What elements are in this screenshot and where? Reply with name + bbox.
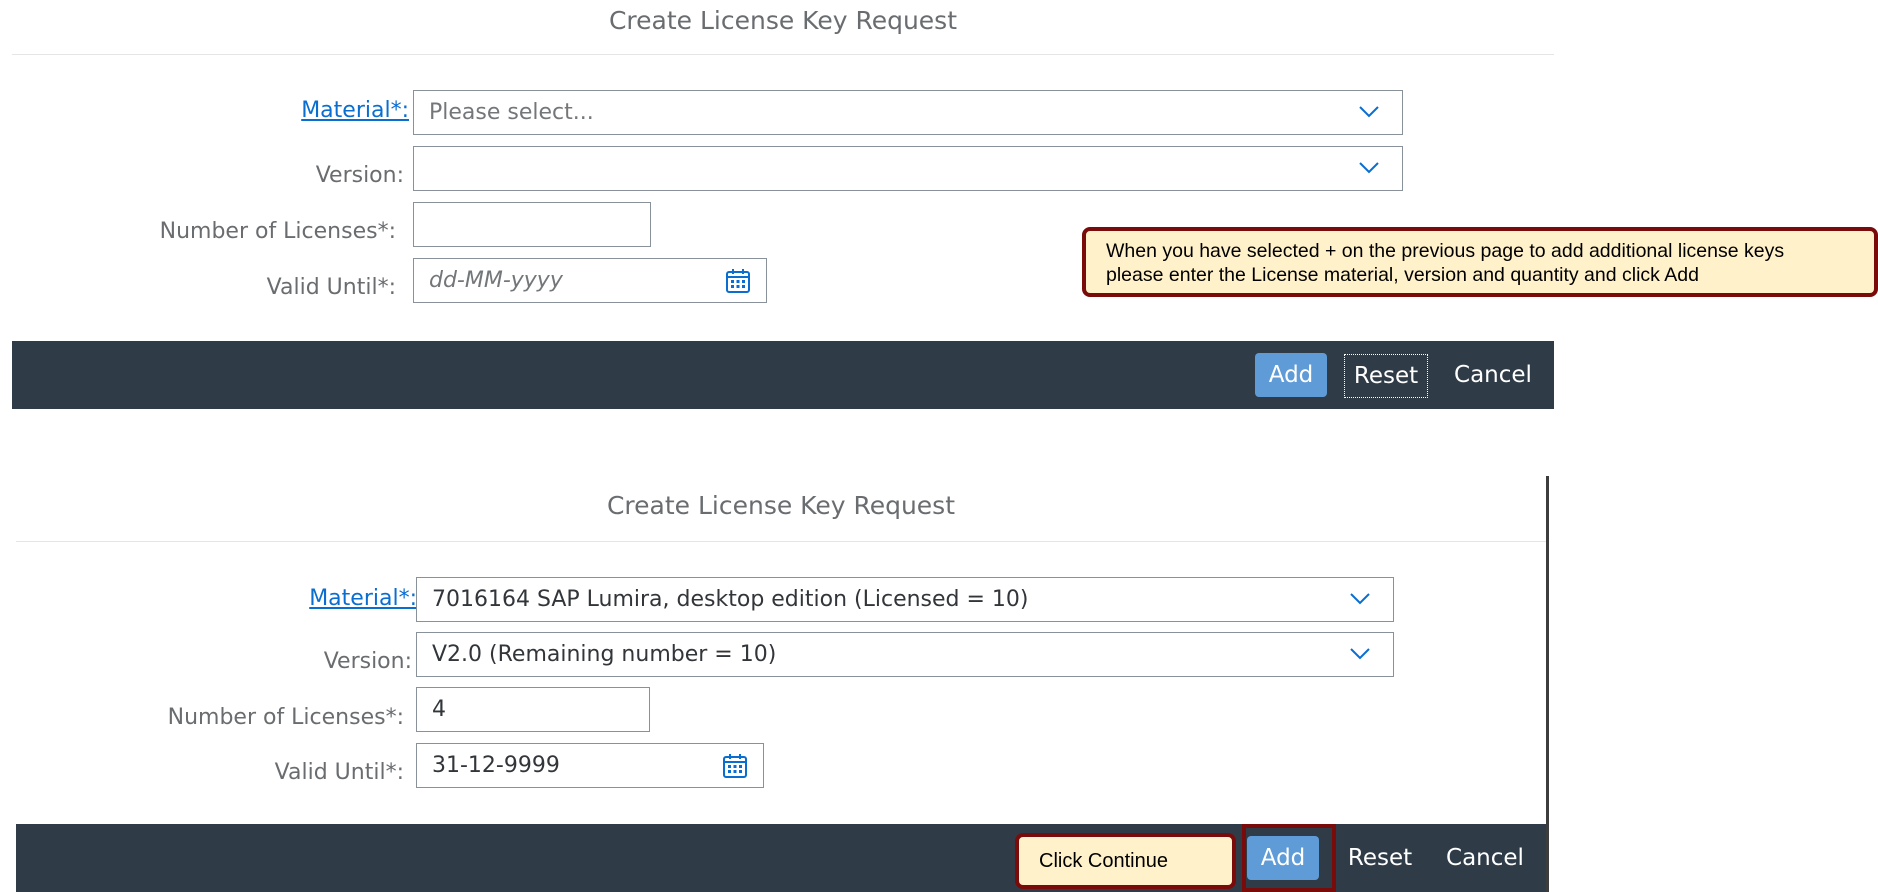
license-request-dialog-empty: Create License Key Request Material*: Pl… — [12, 0, 1554, 409]
version-label: Version: — [315, 163, 404, 188]
number-of-licenses-input[interactable]: 4 — [416, 687, 650, 732]
valid-until-placeholder: dd-MM-yyyy — [429, 268, 563, 293]
click-continue-text: Click Continue — [1039, 850, 1168, 872]
dialog-title: Create License Key Request — [608, 6, 958, 35]
click-continue-callout: Click Continue — [1015, 833, 1236, 889]
valid-until-value: 31-12-9999 — [432, 753, 560, 778]
chevron-down-icon[interactable] — [1349, 645, 1371, 661]
cancel-button[interactable]: Cancel — [1448, 353, 1538, 397]
material-label-link[interactable]: Material*: — [256, 586, 417, 611]
valid-until-label: Valid Until*: — [274, 760, 404, 785]
title-divider — [16, 541, 1546, 542]
add-button-highlight — [1242, 824, 1336, 892]
calendar-icon[interactable] — [724, 267, 752, 295]
number-of-licenses-label: Number of Licenses*: — [159, 219, 396, 244]
dialog-title: Create License Key Request — [606, 491, 956, 520]
material-select-placeholder: Please select... — [429, 100, 594, 125]
material-label-link[interactable]: Material*: — [252, 98, 409, 123]
valid-until-label: Valid Until*: — [266, 275, 396, 300]
version-select-value: V2.0 (Remaining number = 10) — [432, 642, 777, 667]
instruction-callout: When you have selected + on the previous… — [1082, 227, 1878, 297]
title-divider — [12, 54, 1554, 55]
chevron-down-icon[interactable] — [1349, 590, 1371, 606]
number-of-licenses-value: 4 — [432, 697, 446, 722]
valid-until-date-picker[interactable]: dd-MM-yyyy — [413, 258, 767, 303]
cancel-button[interactable]: Cancel — [1440, 836, 1530, 880]
material-select-value: 7016164 SAP Lumira, desktop edition (Lic… — [432, 587, 1029, 612]
version-select[interactable] — [413, 146, 1403, 191]
material-select[interactable]: Please select... — [413, 90, 1403, 135]
number-of-licenses-label: Number of Licenses*: — [167, 705, 404, 730]
dialog-footer-toolbar: Add Reset Cancel — [12, 341, 1554, 409]
material-select[interactable]: 7016164 SAP Lumira, desktop edition (Lic… — [416, 577, 1394, 622]
version-label: Version: — [323, 649, 412, 674]
instruction-line-2: please enter the License material, versi… — [1106, 264, 1699, 286]
instruction-line-1: When you have selected + on the previous… — [1106, 240, 1785, 262]
reset-button[interactable]: Reset — [1344, 354, 1428, 398]
add-button[interactable]: Add — [1255, 353, 1327, 397]
number-of-licenses-input[interactable] — [413, 202, 651, 247]
calendar-icon[interactable] — [721, 752, 749, 780]
valid-until-date-picker[interactable]: 31-12-9999 — [416, 743, 764, 788]
reset-button[interactable]: Reset — [1338, 836, 1422, 880]
chevron-down-icon[interactable] — [1358, 159, 1380, 175]
chevron-down-icon[interactable] — [1358, 103, 1380, 119]
version-select[interactable]: V2.0 (Remaining number = 10) — [416, 632, 1394, 677]
